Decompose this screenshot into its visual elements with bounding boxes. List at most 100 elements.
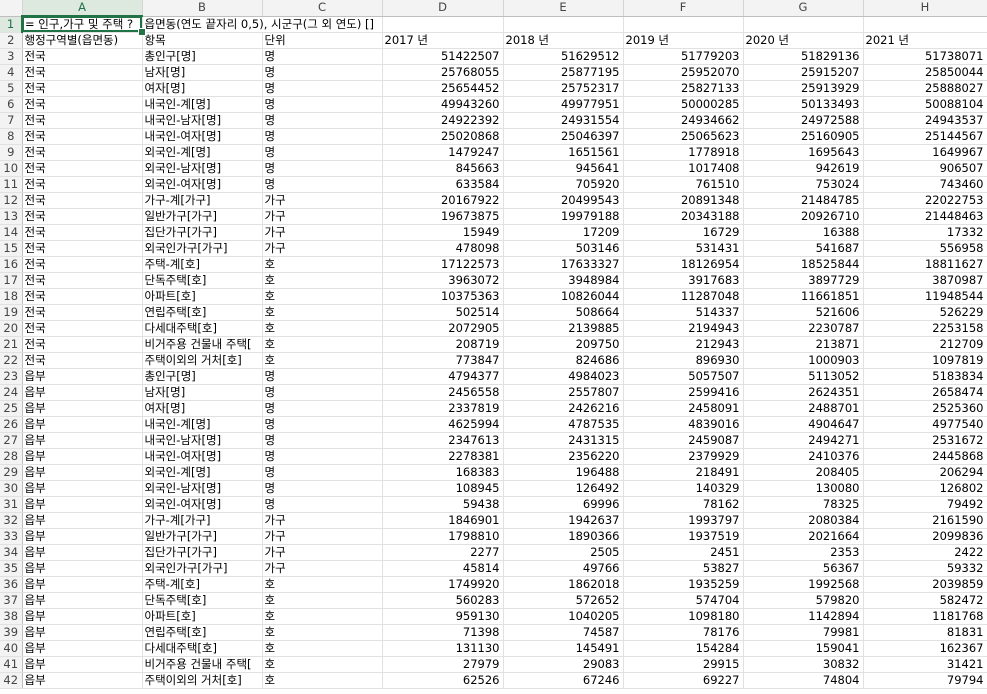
cell-unit[interactable]: 호 [262, 336, 383, 353]
cell-y2020[interactable]: 25915207 [743, 64, 864, 81]
cell-y2021[interactable]: 31421 [863, 656, 987, 673]
row-header[interactable]: 18 [0, 288, 23, 305]
cell-y2018[interactable]: 503146 [503, 240, 624, 257]
cell-y2019[interactable]: 2599416 [623, 384, 744, 401]
row-header[interactable]: 40 [0, 640, 23, 657]
cell-y2021[interactable]: 79794 [863, 672, 987, 689]
row-header[interactable]: 4 [0, 64, 23, 81]
cell-unit[interactable]: 명 [262, 112, 383, 129]
cell-y2017[interactable]: 17122573 [382, 256, 504, 273]
cell-region[interactable]: 읍부 [22, 400, 143, 417]
cell-y2019[interactable]: 51779203 [623, 48, 744, 65]
cell-region[interactable]: 전국 [22, 144, 143, 161]
cell-item[interactable]: 내국인-남자[명] [142, 112, 263, 129]
cell-y2020[interactable]: 30832 [743, 656, 864, 673]
cell-y2021[interactable]: 2525360 [863, 400, 987, 417]
row-header[interactable]: 42 [0, 672, 23, 689]
cell-item[interactable]: 비거주용 건물내 주택[ [142, 336, 263, 353]
cell-item[interactable]: 다세대주택[호] [142, 320, 263, 337]
row-header[interactable]: 9 [0, 144, 23, 161]
cell-y2019[interactable]: 1993797 [623, 512, 744, 529]
row-header[interactable]: 13 [0, 208, 23, 225]
cell-item[interactable]: 내국인-여자[명] [142, 448, 263, 465]
cell-y2018[interactable]: 126492 [503, 480, 624, 497]
row-header[interactable]: 8 [0, 128, 23, 145]
cell-y2020[interactable]: 18525844 [743, 256, 864, 273]
cell-item[interactable]: 외국인-여자[명] [142, 176, 263, 193]
cell-y2019[interactable]: 25827133 [623, 80, 744, 97]
cell-y2021[interactable]: 79492 [863, 496, 987, 513]
cell-y2021[interactable]: 11948544 [863, 288, 987, 305]
cell-y2018[interactable]: 19979188 [503, 208, 624, 225]
cell-item[interactable]: 외국인가구[가구] [142, 560, 263, 577]
cell-y2021[interactable]: 59332 [863, 560, 987, 577]
cell-y2021[interactable]: 162367 [863, 640, 987, 657]
cell-y2017[interactable]: 2072905 [382, 320, 504, 337]
cell-y2019[interactable]: 69227 [623, 672, 744, 689]
row-header[interactable]: 3 [0, 48, 23, 65]
cell-item[interactable]: 일반가구[가구] [142, 208, 263, 225]
row-header[interactable]: 15 [0, 240, 23, 257]
cell-y2019[interactable]: 140329 [623, 480, 744, 497]
cell-y2019[interactable]: 16729 [623, 224, 744, 241]
row-header[interactable]: 22 [0, 352, 23, 369]
cell-y2020[interactable]: 2353 [743, 544, 864, 561]
row-header[interactable]: 20 [0, 320, 23, 337]
cell-y2021[interactable]: 2161590 [863, 512, 987, 529]
cell-y2019[interactable]: 896930 [623, 352, 744, 369]
cell-y2020[interactable]: 2021664 [743, 528, 864, 545]
cell-y2018[interactable]: 2431315 [503, 432, 624, 449]
cell-y2020[interactable]: 2494271 [743, 432, 864, 449]
cell-y2019[interactable]: 24934662 [623, 112, 744, 129]
row-header[interactable]: 37 [0, 592, 23, 609]
cell-y2017[interactable]: 25654452 [382, 80, 504, 97]
cell-y2017[interactable]: 3963072 [382, 272, 504, 289]
cell-y2021[interactable]: 2039859 [863, 576, 987, 593]
cell-region[interactable]: 읍부 [22, 416, 143, 433]
cell-y2017[interactable]: 2347613 [382, 432, 504, 449]
cell-y2018[interactable]: 49766 [503, 560, 624, 577]
cell-y2017[interactable]: 1749920 [382, 576, 504, 593]
cell-unit[interactable]: 가구 [262, 192, 383, 209]
cell-y2017[interactable]: 71398 [382, 624, 504, 641]
header-cell-unit[interactable]: 단위 [262, 32, 383, 49]
cell-unit[interactable]: 명 [262, 448, 383, 465]
cell-y2019[interactable]: 2451 [623, 544, 744, 561]
cell-h1[interactable] [863, 16, 987, 33]
cell-y2019[interactable]: 18126954 [623, 256, 744, 273]
row-header[interactable]: 35 [0, 560, 23, 577]
header-cell-region[interactable]: 행정구역별(읍면동) [22, 32, 143, 49]
cell-region[interactable]: 읍부 [22, 624, 143, 641]
cell-unit[interactable]: 호 [262, 288, 383, 305]
cell-region[interactable]: 전국 [22, 288, 143, 305]
column-header-h[interactable]: H [863, 0, 987, 17]
cell-y2017[interactable]: 2337819 [382, 400, 504, 417]
cell-y2021[interactable]: 2531672 [863, 432, 987, 449]
cell-y2020[interactable]: 16388 [743, 224, 864, 241]
cell-item[interactable]: 외국인-남자[명] [142, 480, 263, 497]
cell-y2021[interactable]: 18811627 [863, 256, 987, 273]
cell-region[interactable]: 전국 [22, 128, 143, 145]
cell-e1[interactable] [503, 16, 624, 33]
cell-y2021[interactable]: 2253158 [863, 320, 987, 337]
cell-y2017[interactable]: 25020868 [382, 128, 504, 145]
cell-item[interactable]: 주택이외의 거처[호] [142, 672, 263, 689]
cell-y2021[interactable]: 2445868 [863, 448, 987, 465]
cell-item[interactable]: 여자[명] [142, 400, 263, 417]
cell-y2019[interactable]: 2379929 [623, 448, 744, 465]
cell-y2018[interactable]: 3948984 [503, 272, 624, 289]
cell-y2020[interactable]: 4904647 [743, 416, 864, 433]
cell-region[interactable]: 전국 [22, 80, 143, 97]
cell-unit[interactable]: 호 [262, 592, 383, 609]
cell-y2021[interactable]: 582472 [863, 592, 987, 609]
cell-y2018[interactable]: 25752317 [503, 80, 624, 97]
cell-item[interactable]: 아파트[호] [142, 288, 263, 305]
cell-item[interactable]: 남자[명] [142, 384, 263, 401]
cell-region[interactable]: 전국 [22, 112, 143, 129]
cell-item[interactable]: 주택-계[호] [142, 576, 263, 593]
cell-item[interactable]: 다세대주택[호] [142, 640, 263, 657]
cell-y2017[interactable]: 10375363 [382, 288, 504, 305]
cell-y2017[interactable]: 4625994 [382, 416, 504, 433]
cell-region[interactable]: 읍부 [22, 544, 143, 561]
cell-y2019[interactable]: 50000285 [623, 96, 744, 113]
